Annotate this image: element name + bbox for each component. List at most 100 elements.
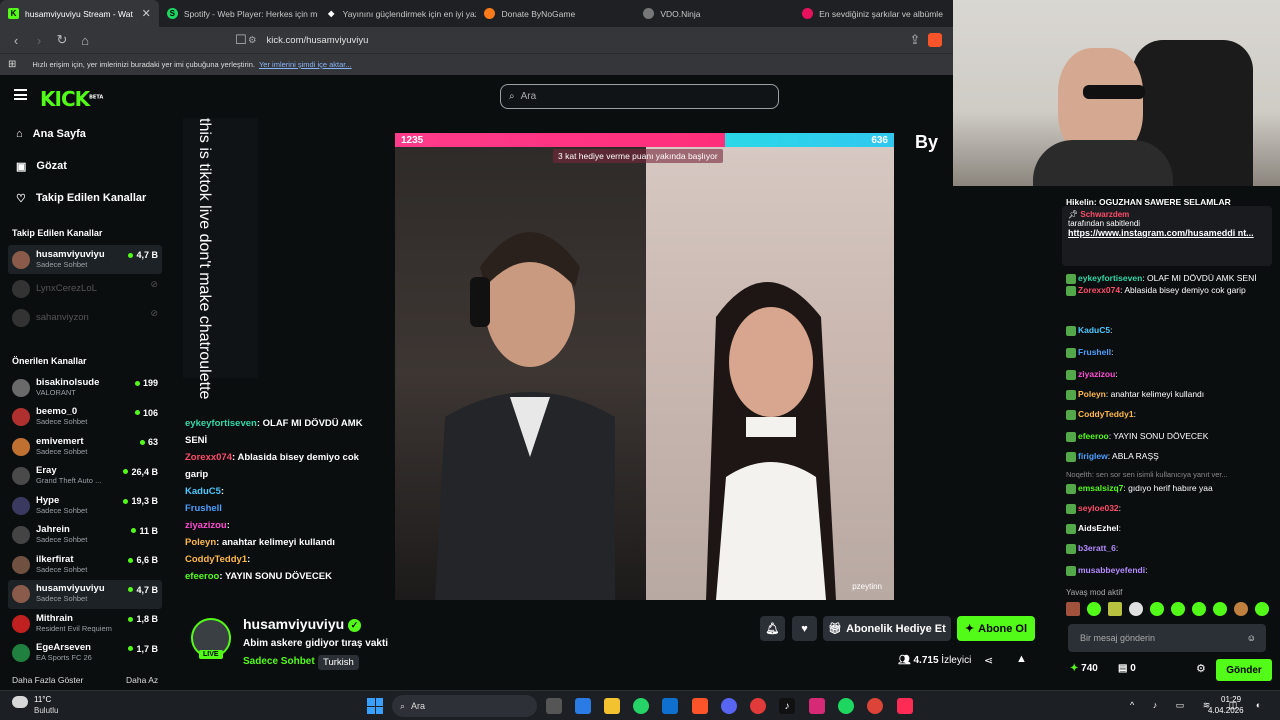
show-more-button[interactable]: Daha Fazla Göster [12, 675, 83, 685]
streamer-name[interactable]: husamviyuviyu ✓ [243, 616, 362, 632]
spotify-icon[interactable] [838, 698, 854, 714]
chat-message[interactable]: KaduC5: [1066, 324, 1271, 336]
sidebar-channel[interactable]: emivemert Sadece Sohbet 63 [8, 432, 162, 461]
sidebar-channel[interactable]: husamviyuviyu Sadece Sohbet 4,7 B [8, 579, 162, 609]
store-icon[interactable] [575, 698, 591, 714]
pinned-message[interactable]: 📌︎ Schwarzdem tarafından sabitlendi http… [1062, 206, 1272, 266]
tab-vdoninja[interactable]: VDO.Ninja [635, 0, 794, 27]
channel-points[interactable]: ✦ 740 [1070, 663, 1098, 674]
share-icon[interactable]: ⇪ [905, 30, 925, 50]
sidebar-channel[interactable]: beemo_0 Sadece Sohbet 106 [8, 403, 162, 432]
chat-message[interactable]: Poleyn: anahtar kelimeyi kullandı [1066, 388, 1271, 400]
chat-text: : [1118, 523, 1121, 533]
instagram-icon[interactable] [809, 698, 825, 714]
tab-article[interactable]: ◆ Yayınını güçlendirmek için en iyi yaz [318, 0, 476, 27]
address-bar-row: ‹ › ↻ ⌂ ☐ ⚙ kick.com/husamviyuviyu ⇪ [0, 27, 953, 53]
chat-message[interactable]: emsalsizq7: gıdıyo herif habıre yaa [1066, 482, 1271, 494]
gift-sub-button[interactable]: 🎁︎ Abonelik Hediye Et [823, 616, 951, 641]
chat-message[interactable]: Frushell: [1066, 346, 1271, 358]
task-view-icon[interactable] [546, 698, 562, 714]
chat-message[interactable]: CoddyTeddy1: [1066, 408, 1271, 420]
show-less-button[interactable]: Daha Az [126, 675, 158, 685]
search-input[interactable]: ⌕ Ara [500, 84, 779, 109]
pinned-link[interactable]: https://www.instagram.com/husameddi nt..… [1068, 228, 1266, 238]
brave-icon[interactable] [692, 698, 708, 714]
star-icon: ✦ [964, 623, 975, 635]
viewer-count: 👥︎ 4.715 İzleyici [898, 655, 972, 666]
stream-player[interactable]: this is tiktok live don't make chatroule… [183, 118, 953, 600]
sidebar-item-home[interactable]: ⌂ Ana Sayfa [0, 118, 170, 150]
chat-message[interactable]: b3eratt_6: [1066, 542, 1271, 554]
chat-message[interactable]: Zorexx074: Ablasida bisey demiyo cok gar… [1066, 284, 1271, 296]
chat-message[interactable]: eykeyfortiseven: OLAF MI DÖVDÜ AMK SENİ [1066, 272, 1271, 284]
chat-message[interactable]: efeeroo: YAYIN SONU DÖVECEK [1066, 430, 1271, 442]
tab-bynogame[interactable]: Donate ByNoGame [476, 0, 635, 27]
sidebar-channel[interactable]: sahanviyzon ⊘ [8, 303, 162, 332]
chrome-icon[interactable] [867, 698, 883, 714]
menu-icon[interactable] [14, 89, 27, 100]
sidebar-channel[interactable]: LynxCerezLoL ⊘ [8, 274, 162, 303]
user-badge-icon [1066, 369, 1076, 380]
sidebar-channel[interactable]: husamviyuviyu Sadece Sohbet 4,7 B [8, 245, 162, 274]
weather-icon[interactable] [12, 696, 28, 708]
reload-icon[interactable]: ↻ [52, 30, 72, 50]
app-icon[interactable] [750, 698, 766, 714]
chat-settings-icon[interactable]: ⚙ [1196, 662, 1206, 675]
channel-name: emivemert [36, 435, 84, 447]
home-browser-icon[interactable]: ⌂ [75, 30, 95, 50]
webcam-overlay [953, 0, 1280, 186]
file-explorer-icon[interactable] [604, 698, 620, 714]
sidebar-channel[interactable]: bisakinolsude VALORANT 199 [8, 373, 162, 402]
follow-heart-button[interactable]: ♥ [792, 616, 817, 641]
chat-message[interactable]: firiglew: ABLA RAŞŞ [1066, 450, 1271, 462]
sidebar-channel[interactable]: Eray Grand Theft Auto ... 26,4 B [8, 462, 162, 491]
send-button[interactable]: Gönder [1216, 659, 1272, 681]
url-field[interactable]: ⚙ kick.com/husamviyuviyu [248, 31, 948, 49]
chat-message[interactable]: AidsEzhel: [1066, 522, 1271, 534]
whatsapp-icon[interactable] [633, 698, 649, 714]
discord-icon[interactable] [721, 698, 737, 714]
report-icon[interactable]: ▲ [1016, 653, 1027, 665]
chat-message[interactable]: seyloe032: [1066, 502, 1271, 514]
share-icon[interactable]: ⋖ [984, 654, 993, 667]
subscribe-button[interactable]: ✦ Abone Ol [957, 616, 1035, 641]
tiktok-username: pzeytinn [852, 582, 882, 591]
sidebar-channel[interactable]: Mithrain Resident Evil Requiem 1,8 B [8, 609, 162, 638]
back-icon[interactable]: ‹ [6, 30, 26, 50]
chat-username: Zorexx074 [1078, 285, 1121, 295]
tab-music[interactable]: En sevdiğiniz şarkılar ve albümle [794, 0, 953, 27]
windows-start-icon[interactable] [367, 698, 383, 714]
tab-kick[interactable]: K husamviyuviyu Stream - Wat ✕ [0, 0, 159, 27]
sidebar-channel[interactable]: Hype Sadece Sohbet 19,3 B [8, 491, 162, 520]
sidebar-item-following[interactable]: ♡ Takip Edilen Kanallar [0, 182, 170, 214]
tab-spotify[interactable]: S Spotify - Web Player: Herkes için mü [159, 0, 318, 27]
sidebar-channel[interactable]: EgeArseven EA Sports FC 26 1,7 B [8, 639, 162, 668]
channel-avatar [12, 496, 30, 515]
close-icon[interactable]: ✕ [142, 7, 151, 20]
forward-icon[interactable]: › [29, 30, 49, 50]
chest-points[interactable]: ▤ 0 [1118, 663, 1136, 674]
apps-grid-icon[interactable]: ⊞ [8, 59, 16, 70]
chat-message[interactable]: musabbeyefendi: [1066, 564, 1271, 576]
brave-shield-icon[interactable] [928, 33, 942, 47]
outlook-icon[interactable] [662, 698, 678, 714]
sidebar-channel[interactable]: ilkerfirat Sadece Sohbet 6,6 B [8, 550, 162, 579]
sidebar-item-browse[interactable]: ▣ Gözat [0, 150, 170, 182]
taskbar-search[interactable]: ⌕ Ara [392, 695, 537, 717]
emoji-icon[interactable]: ☺ [1247, 633, 1256, 643]
tiktok-live-icon[interactable] [897, 698, 913, 714]
tiktok-icon[interactable]: ♪ [779, 698, 795, 714]
sidebar-channel[interactable]: Jahrein Sadece Sohbet 11 B [8, 521, 162, 550]
import-bookmarks-link[interactable]: Yer imlerini şimdi içe aktar... [259, 60, 352, 69]
heart-icon: ♡ [16, 192, 26, 205]
overlay-chat-text: : [226, 520, 230, 531]
chat-message-input[interactable]: Bir mesaj gönderin ☺ [1068, 624, 1266, 652]
site-info-icon[interactable]: ⚙ [248, 35, 257, 46]
language-tag[interactable]: Turkish [318, 655, 359, 670]
stream-category[interactable]: Sadece Sohbet [243, 656, 315, 667]
overlay-chat-user: CoddyTeddy1 [185, 554, 248, 565]
notification-bell-button[interactable]: 🔔︎ [760, 616, 785, 641]
kick-logo[interactable]: KICKBETA [40, 87, 103, 111]
chat-message[interactable]: ziyazizou: [1066, 368, 1271, 380]
tray-icons[interactable]: ^ ♪ ▭ ≋ ◫ ◐ [1130, 700, 1269, 711]
